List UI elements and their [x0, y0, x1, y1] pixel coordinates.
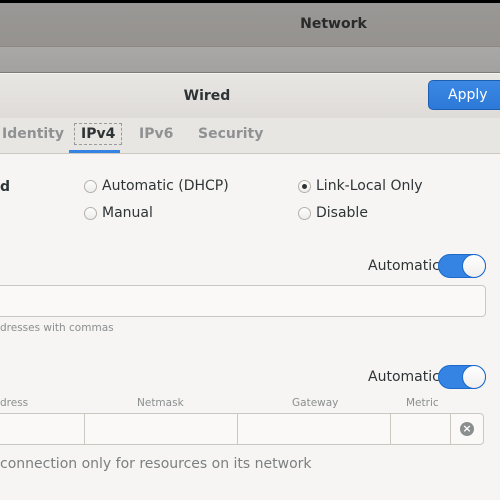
radio-circle-selected	[298, 179, 311, 193]
route-netmask-input[interactable]	[85, 414, 238, 444]
ipv4-method-label: d	[0, 179, 11, 195]
radio-automatic-dhcp[interactable]: Automatic (DHCP)	[84, 178, 229, 194]
radio-circle	[84, 179, 97, 193]
dns-hint: dresses with commas	[0, 322, 114, 334]
tab-ipv4-label: IPv4	[73, 123, 123, 145]
radio-label: Link-Local Only	[316, 178, 423, 194]
radio-circle	[84, 206, 97, 220]
dns-automatic-switch[interactable]	[438, 254, 486, 278]
radio-label: Disable	[316, 205, 368, 221]
tab-identity-label: Identity	[2, 126, 65, 142]
radio-link-local-only[interactable]: Link-Local Only	[298, 178, 423, 194]
dns-input[interactable]	[0, 285, 486, 317]
tab-security-label: Security	[198, 126, 264, 142]
column-header-netmask: Netmask	[137, 397, 184, 409]
dialog-header: Wired Apply	[0, 73, 500, 119]
dialog-title: Wired	[183, 88, 231, 104]
tab-bar: Identity IPv4 IPv6 Security	[0, 118, 500, 154]
switch-knob	[462, 365, 486, 389]
ipv4-page: d Automatic (DHCP) Manual Link-Local Onl…	[0, 154, 500, 500]
dns-automatic-label: Automatic	[368, 258, 440, 274]
tab-ipv6-label: IPv6	[139, 126, 174, 142]
radio-label: Manual	[102, 205, 153, 221]
route-gateway-input[interactable]	[238, 414, 391, 444]
network-window-header: Network	[0, 3, 500, 47]
column-header-metric: Metric	[406, 397, 439, 409]
remove-route-icon[interactable]: ×	[460, 422, 474, 436]
switch-knob	[462, 254, 486, 278]
route-address-input[interactable]	[0, 414, 85, 444]
network-window-strip	[0, 47, 500, 73]
column-header-address: dress	[0, 397, 29, 409]
routes-automatic-label: Automatic	[368, 369, 440, 385]
tab-ipv6[interactable]: IPv6	[139, 126, 173, 142]
apply-button[interactable]: Apply	[428, 80, 500, 110]
route-metric-input[interactable]	[391, 414, 451, 444]
tab-security[interactable]: Security	[198, 126, 263, 142]
tab-identity[interactable]: Identity	[2, 126, 64, 142]
radio-disable[interactable]: Disable	[298, 205, 368, 221]
active-tab-indicator	[69, 150, 120, 153]
radio-circle	[298, 206, 311, 220]
route-row: ×	[0, 413, 484, 445]
routes-automatic-switch[interactable]	[438, 365, 486, 389]
routes-footnote: connection only for resources on its net…	[0, 456, 312, 472]
radio-manual[interactable]: Manual	[84, 205, 153, 221]
network-window-title: Network	[300, 16, 367, 32]
column-header-gateway: Gateway	[292, 397, 339, 409]
tab-ipv4[interactable]: IPv4	[73, 123, 123, 145]
radio-label: Automatic (DHCP)	[102, 178, 229, 194]
